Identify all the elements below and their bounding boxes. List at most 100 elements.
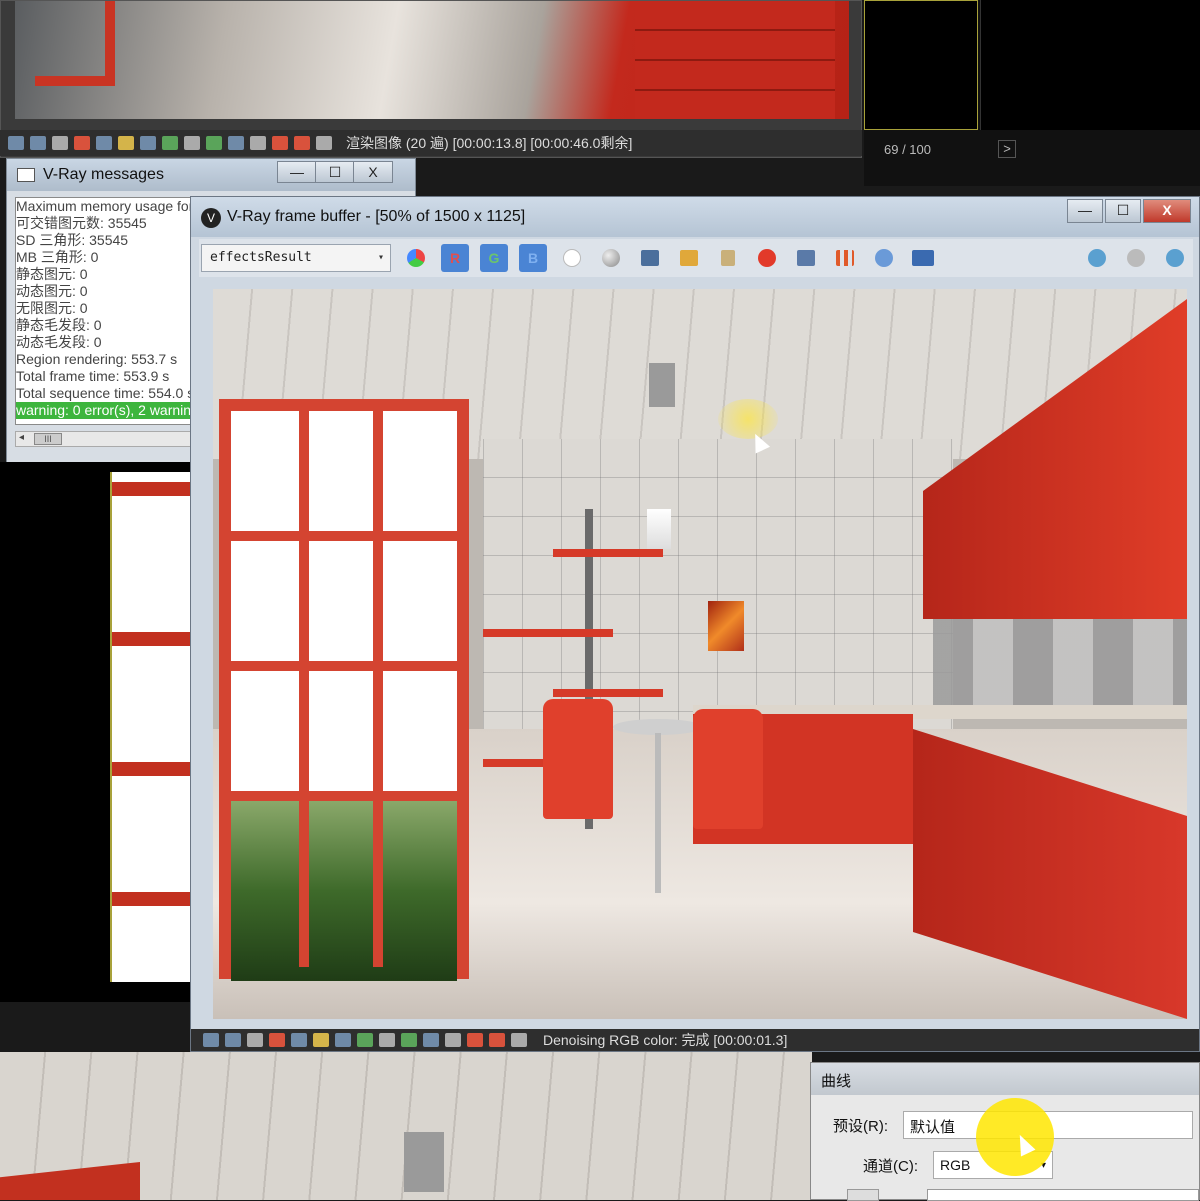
h-icon[interactable] [250, 136, 266, 150]
h-icon[interactable] [445, 1033, 461, 1047]
background-render-image [15, 1, 849, 119]
vfb-maximize-button[interactable]: ☐ [1105, 199, 1141, 223]
channel-select-value: effectsResult [210, 250, 312, 265]
duplicate-vfb-icon[interactable] [792, 244, 820, 272]
ab-compare-icon[interactable] [909, 244, 937, 272]
messages-log[interactable]: Maximum memory usage for 可交错图元数: 35545 S… [15, 197, 191, 425]
messages-close-button[interactable]: X [353, 161, 393, 183]
chair-graphic [543, 699, 613, 819]
compare-icon[interactable] [467, 1033, 483, 1047]
color-correction-icon[interactable] [74, 136, 90, 150]
left-viewport[interactable] [0, 462, 192, 1002]
curves-title[interactable]: 曲线 [811, 1063, 1199, 1095]
levels-icon[interactable] [313, 1033, 329, 1047]
compare-icon[interactable] [272, 136, 288, 150]
messages-title-bar[interactable]: V-Ray messages — ☐ X [7, 159, 415, 191]
open-folder-icon[interactable] [675, 244, 703, 272]
save-image-icon[interactable] [636, 244, 664, 272]
region-icon[interactable] [316, 136, 332, 150]
blue-channel-button[interactable]: B [519, 244, 547, 272]
rendered-image[interactable] [213, 289, 1187, 1019]
interactive-render-icon[interactable] [1161, 244, 1189, 272]
messages-maximize-button[interactable]: ☐ [315, 161, 355, 183]
scroll-left-icon[interactable]: ◂ [19, 432, 24, 443]
lut-icon[interactable] [423, 1033, 439, 1047]
vfb-minimize-button[interactable]: — [1067, 199, 1103, 223]
messages-minimize-button[interactable]: — [277, 161, 317, 183]
curves-channel-value: RGB [940, 1157, 971, 1173]
viewport-left[interactable] [864, 0, 978, 130]
cabinet-graphic [635, 1, 835, 119]
log-line: Total sequence time: 554.0 s [16, 385, 191, 401]
save-icon[interactable] [8, 136, 24, 150]
log-line: Region rendering: 553.7 s [16, 351, 178, 367]
landscape-graphic [231, 801, 457, 981]
track-mouse-icon[interactable] [30, 136, 46, 150]
chair-graphic [693, 709, 763, 829]
info-icon[interactable] [247, 1033, 263, 1047]
ceiling-mount-graphic [404, 1132, 444, 1192]
vfb-toolbar: effectsResult ▾ R G B [199, 239, 1193, 277]
bars-icon[interactable] [489, 1033, 505, 1047]
red-channel-button[interactable]: R [441, 244, 469, 272]
viewport-panel [864, 0, 1200, 186]
vfb-status-text: Denoising RGB color: 完成 [00:00:01.3] [543, 1032, 788, 1048]
window-mullion-graphic [112, 482, 192, 496]
settings-icon[interactable] [379, 1033, 395, 1047]
clear-image-icon[interactable] [753, 244, 781, 272]
vray-frame-buffer-window: V V-Ray frame buffer - [50% of 1500 x 11… [190, 196, 1200, 1052]
vfb-title: V-Ray frame buffer - [50% of 1500 x 1125… [227, 208, 526, 225]
window-graphic [219, 399, 469, 981]
stop-render-icon[interactable] [1122, 244, 1150, 272]
channel-label: 通道(C): [863, 1158, 918, 1175]
track-mouse-icon[interactable] [831, 244, 859, 272]
curve-icon[interactable] [162, 136, 178, 150]
viewport-right[interactable] [980, 0, 1200, 130]
warning-line: warning: 0 error(s), 2 warning [16, 402, 191, 419]
vray-logo-icon: V [201, 208, 221, 228]
channel-select[interactable]: effectsResult ▾ [201, 244, 391, 272]
color-channels-icon[interactable] [402, 244, 430, 272]
scroll-thumb[interactable]: III [34, 433, 62, 445]
clipboard-icon[interactable] [714, 244, 742, 272]
background-render-preview [0, 1052, 812, 1200]
white-point-icon[interactable] [558, 244, 586, 272]
curve-tool-button[interactable] [847, 1189, 879, 1201]
messages-horizontal-scrollbar[interactable]: ◂ III [15, 431, 191, 447]
layer-icon[interactable] [401, 1033, 417, 1047]
color-correction-icon[interactable] [269, 1033, 285, 1047]
vfb-status-bar: Denoising RGB color: 完成 [00:00:01.3] [191, 1029, 1199, 1051]
curve-icon[interactable] [357, 1033, 373, 1047]
next-frame-button[interactable]: > [998, 140, 1016, 158]
levels-icon[interactable] [118, 136, 134, 150]
vfb-title-bar[interactable]: V V-Ray frame buffer - [50% of 1500 x 11… [191, 197, 1199, 237]
render-progress: 69 / 100 [884, 142, 931, 157]
save-icon[interactable] [203, 1033, 219, 1047]
curves-graph[interactable] [927, 1189, 1199, 1201]
hsl-icon[interactable] [96, 136, 112, 150]
preset-label: 预设(R): [833, 1118, 888, 1135]
window-mullion-graphic [112, 632, 192, 646]
hsl-icon[interactable] [291, 1033, 307, 1047]
log-line: Maximum memory usage for [16, 198, 191, 214]
ceiling-mount-graphic [649, 363, 675, 407]
green-channel-button[interactable]: G [480, 244, 508, 272]
region-icon[interactable] [511, 1033, 527, 1047]
render-region-icon[interactable] [870, 244, 898, 272]
lut-icon[interactable] [228, 136, 244, 150]
grey-point-icon[interactable] [597, 244, 625, 272]
bars-icon[interactable] [294, 136, 310, 150]
chevron-down-icon: ▾ [377, 252, 384, 263]
render-teapot-icon[interactable] [1083, 244, 1111, 272]
shelf [483, 629, 613, 637]
background-render-toolbar: 渲染图像 (20 遍) [00:00:13.8] [00:00:46.0剩余] [0, 130, 862, 156]
log-line: 动态毛发段: 0 [16, 334, 102, 350]
layer-icon[interactable] [206, 136, 222, 150]
histogram-icon[interactable] [335, 1033, 351, 1047]
vfb-close-button[interactable]: X [1143, 199, 1191, 223]
log-line: 无限图元: 0 [16, 300, 88, 316]
track-mouse-icon[interactable] [225, 1033, 241, 1047]
settings-icon[interactable] [184, 136, 200, 150]
info-icon[interactable] [52, 136, 68, 150]
histogram-icon[interactable] [140, 136, 156, 150]
